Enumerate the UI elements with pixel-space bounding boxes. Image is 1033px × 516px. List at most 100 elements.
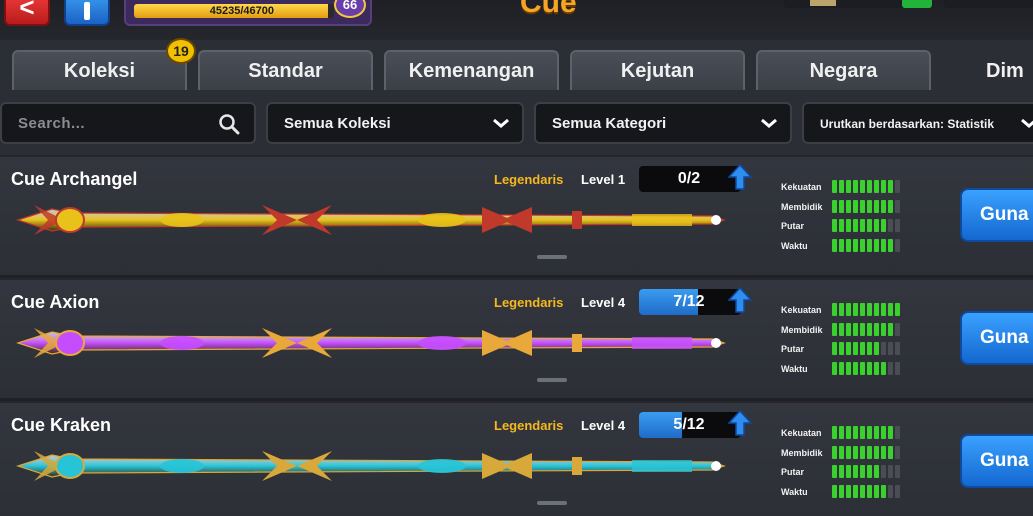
use-cue-button[interactable]: Guna <box>960 434 1033 488</box>
cue-row: Cue Archangel Legendaris Level 1 0/2 Kek… <box>0 155 1033 273</box>
stat-segment <box>860 219 865 232</box>
stat-segment <box>832 426 837 439</box>
stat-segment <box>853 238 858 252</box>
cue-rarity: Legendaris <box>494 172 564 187</box>
stat-segment <box>895 238 900 252</box>
stat-segment <box>853 484 858 498</box>
cue-image <box>16 451 726 481</box>
page-title: Cue <box>520 0 577 19</box>
stat-segment <box>832 180 837 193</box>
stat-spin: Putar <box>781 341 911 361</box>
stat-segment <box>860 465 865 478</box>
stat-segment <box>888 238 893 252</box>
tab-dim[interactable]: Dim <box>942 48 1033 92</box>
back-arrow-icon: < <box>19 0 35 22</box>
search-icon[interactable] <box>218 113 240 135</box>
buy-coins-button[interactable] <box>902 0 932 8</box>
search-input[interactable]: Search... <box>0 102 256 144</box>
stat-segment <box>839 199 844 213</box>
stat-segment <box>853 361 858 375</box>
stat-segment <box>881 445 886 459</box>
tab-kemenangan[interactable]: Kemenangan <box>384 50 559 90</box>
stat-segment <box>874 303 879 316</box>
category-dropdown[interactable]: Semua Kategori <box>534 102 792 144</box>
upgrade-arrow-icon[interactable] <box>728 286 752 314</box>
category-dropdown-label: Semua Kategori <box>552 115 667 132</box>
stat-segment <box>832 219 837 232</box>
stat-segment <box>846 199 851 213</box>
back-button[interactable]: < <box>4 0 50 26</box>
stat-segment <box>860 484 865 498</box>
cue-stats: Kekuatan Membidik Putar Waktu <box>781 179 911 257</box>
use-cue-button[interactable]: Guna <box>960 188 1033 242</box>
upgrade-arrow-icon[interactable] <box>728 409 752 437</box>
stat-segment <box>846 484 851 498</box>
cue-row: Cue Axion Legendaris Level 4 7/12 Kekuat… <box>0 278 1033 396</box>
stat-segment <box>860 361 865 375</box>
stat-bar <box>832 342 900 355</box>
stat-segment <box>839 322 844 336</box>
stat-segment <box>860 199 865 213</box>
stat-segment <box>860 342 865 355</box>
tab-kejutan[interactable]: Kejutan <box>570 50 745 90</box>
cue-rarity: Legendaris <box>494 418 564 433</box>
stat-label: Putar <box>781 467 805 477</box>
stat-segment <box>874 322 879 336</box>
stat-segment <box>881 361 886 375</box>
stat-segment <box>881 465 886 478</box>
stat-segment <box>853 445 858 459</box>
stat-segment <box>888 322 893 336</box>
stat-label: Putar <box>781 221 805 231</box>
stat-segment <box>888 426 893 439</box>
cue-image <box>16 205 726 235</box>
stat-spin: Putar <box>781 218 911 238</box>
stat-segment <box>839 484 844 498</box>
stat-segment <box>888 219 893 232</box>
stat-segment <box>832 465 837 478</box>
stat-segment <box>895 303 900 316</box>
row-handle <box>537 501 567 505</box>
stat-segment <box>853 342 858 355</box>
cue-name: Cue Axion <box>11 292 100 312</box>
stat-segment <box>888 445 893 459</box>
stat-segment <box>860 322 865 336</box>
stat-segment <box>881 238 886 252</box>
tab-negara[interactable]: Negara <box>756 50 931 90</box>
collection-dropdown[interactable]: Semua Koleksi <box>266 102 524 144</box>
stat-segment <box>888 199 893 213</box>
cue-upgrade-progress-text: 0/2 <box>677 170 701 187</box>
stat-segment <box>867 484 872 498</box>
stat-label: Waktu <box>781 363 808 374</box>
stat-segment <box>895 484 900 498</box>
stat-segment <box>867 445 872 459</box>
stat-segment <box>839 219 844 232</box>
tab-standar[interactable]: Standar <box>198 50 373 90</box>
stat-segment <box>839 445 844 459</box>
cue-name: Cue Kraken <box>11 415 112 435</box>
stat-segment <box>895 426 900 439</box>
stat-segment <box>860 426 865 439</box>
stat-bar <box>832 199 900 213</box>
stat-bar <box>832 484 900 498</box>
sort-dropdown[interactable]: Urutkan berdasarkan: Statistik <box>802 102 1033 144</box>
chevron-down-icon <box>1021 118 1033 128</box>
stat-segment <box>846 219 851 232</box>
cue-upgrade-progress: 5/12 <box>639 412 741 438</box>
tab-koleksi[interactable]: Koleksi <box>12 50 187 90</box>
stat-segment <box>888 303 893 316</box>
stat-force: Kekuatan <box>781 302 911 322</box>
cash-counter <box>944 0 1033 8</box>
stat-segment <box>846 342 851 355</box>
stat-segment <box>888 361 893 375</box>
stat-segment <box>839 361 844 375</box>
use-cue-button[interactable]: Guna <box>960 311 1033 365</box>
cue-upgrade-progress-text: 7/12 <box>673 293 705 310</box>
stat-segment <box>846 361 851 375</box>
stat-segment <box>832 303 837 316</box>
stat-bar <box>832 180 900 193</box>
stat-segment <box>874 342 879 355</box>
stat-label: Membidik <box>781 324 823 335</box>
info-button[interactable] <box>64 0 110 26</box>
upgrade-arrow-icon[interactable] <box>728 163 752 191</box>
xp-text: 45235/46700 <box>209 5 274 17</box>
